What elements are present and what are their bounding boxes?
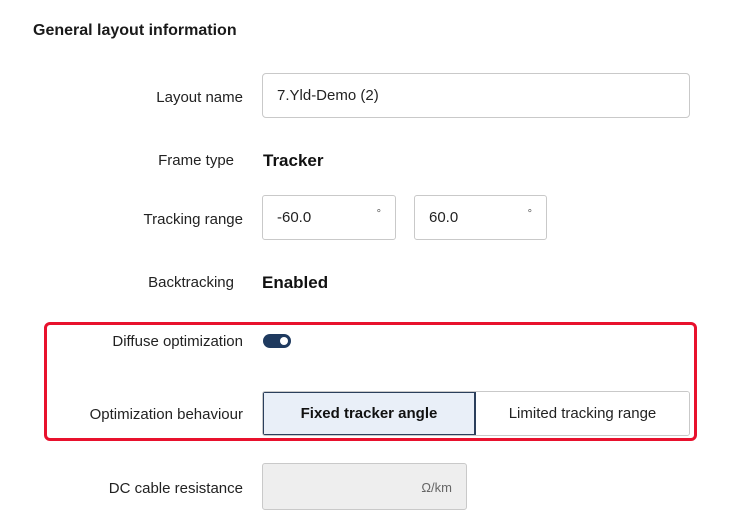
frame-type-value: Tracker <box>263 151 324 170</box>
degree-unit-max: ° <box>527 208 532 220</box>
fixed-tracker-angle-option[interactable]: Fixed tracker angle <box>263 392 476 435</box>
tracking-range-min-field[interactable]: ° <box>262 195 396 240</box>
layout-name-input[interactable] <box>262 73 690 118</box>
ohm-per-km-unit: Ω/km <box>421 480 452 495</box>
tracking-range-max-field[interactable]: ° <box>414 195 547 240</box>
tracking-range-min-input[interactable] <box>277 196 357 239</box>
diffuse-optimization-toggle[interactable] <box>263 334 291 348</box>
optimization-behaviour-selector: Fixed tracker angle Limited tracking ran… <box>262 391 690 436</box>
limited-tracking-range-option[interactable]: Limited tracking range <box>476 392 689 435</box>
layout-name-label: Layout name <box>156 89 243 106</box>
section-title: General layout information <box>33 22 237 39</box>
backtracking-value: Enabled <box>262 273 329 292</box>
diffuse-optimization-label: Diffuse optimization <box>112 333 243 350</box>
backtracking-label: Backtracking <box>148 274 234 291</box>
toggle-knob <box>280 337 288 345</box>
tracking-range-label: Tracking range <box>143 211 244 228</box>
dc-cable-resistance-label: DC cable resistance <box>108 480 243 497</box>
tracking-range-max-input[interactable] <box>429 196 509 239</box>
optimization-behaviour-label: Optimization behaviour <box>89 406 243 423</box>
degree-unit-min: ° <box>376 208 381 220</box>
frame-type-label: Frame type <box>158 152 234 169</box>
dc-cable-resistance-input: Ω/km <box>262 463 467 510</box>
